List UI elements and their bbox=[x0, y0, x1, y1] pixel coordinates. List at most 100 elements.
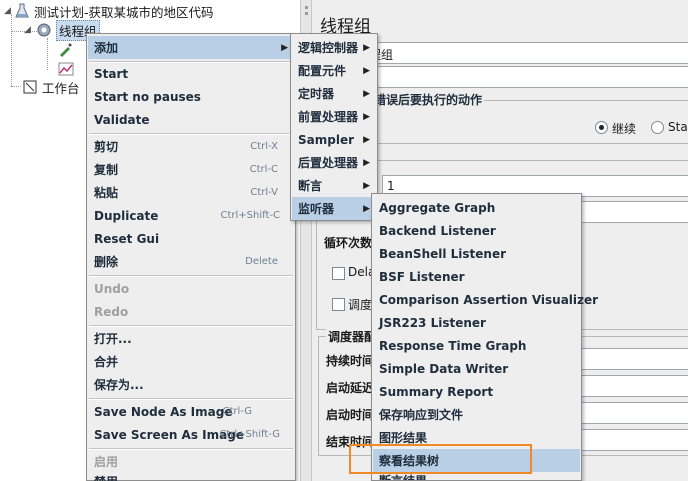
menu-item-listener[interactable]: 监听器 ▶ bbox=[292, 197, 376, 220]
menu-item-label: 复制 bbox=[94, 163, 119, 177]
menu-item-label: 逻辑控制器 bbox=[298, 41, 359, 55]
error-action-title: 错误后要执行的动作 bbox=[372, 91, 485, 108]
collapse-icon[interactable]: ◢ bbox=[24, 25, 36, 35]
submenu-arrow-icon: ▶ bbox=[363, 134, 370, 145]
menu-item-post-processor[interactable]: 后置处理器 ▶ bbox=[292, 151, 376, 174]
tree-item-label: 测试计划-获取某城市的地区代码 bbox=[34, 4, 214, 20]
submenu-arrow-icon: ▶ bbox=[363, 180, 370, 191]
submenu-arrow-icon: ▶ bbox=[363, 111, 370, 122]
tree-item-workbench[interactable]: 工作台 bbox=[22, 78, 80, 96]
duration-label: 持续时间 bbox=[326, 354, 375, 368]
menu-item-summary-report[interactable]: Summary Report bbox=[373, 380, 580, 403]
menu-item-validate[interactable]: Validate bbox=[88, 108, 294, 131]
menu-item-label: Simple Data Writer bbox=[379, 361, 509, 376]
submenu-arrow-icon: ▶ bbox=[363, 88, 370, 99]
menu-item-config-element[interactable]: 配置元件 ▶ bbox=[292, 59, 376, 82]
menu-item-add[interactable]: 添加 ▶ bbox=[88, 36, 294, 59]
menu-item-copy[interactable]: 复制 Ctrl-C bbox=[88, 158, 294, 181]
shortcut-label: Ctrl+Shift-C bbox=[220, 210, 281, 221]
menu-item-label: Validate bbox=[94, 112, 150, 127]
menu-item-start[interactable]: Start bbox=[88, 62, 294, 85]
menu-item-save-responses[interactable]: 保存响应到文件 bbox=[373, 403, 580, 426]
menu-item-jsr223-listener[interactable]: JSR223 Listener bbox=[373, 311, 580, 334]
menu-item-merge[interactable]: 合并 bbox=[88, 350, 294, 373]
start-next-radio[interactable] bbox=[651, 121, 664, 134]
menu-item-bsf-listener[interactable]: BSF Listener bbox=[373, 265, 580, 288]
menu-item-label: Start bbox=[94, 66, 129, 81]
menu-item-save-screen-image[interactable]: Save Screen As Image Ctrl+Shift-G bbox=[88, 423, 294, 446]
menu-item-label: 定时器 bbox=[298, 87, 335, 101]
menu-item-label: 监听器 bbox=[298, 202, 335, 216]
threads-value: 1 bbox=[387, 179, 395, 193]
menu-item-cut[interactable]: 剪切 Ctrl-X bbox=[88, 135, 294, 158]
menu-item-beanshell-listener[interactable]: BeanShell Listener bbox=[373, 242, 580, 265]
add-submenu: 逻辑控制器 ▶ 配置元件 ▶ 定时器 ▶ 前置处理器 ▶ Sampler ▶ 后置处理器 ▶… bbox=[290, 33, 378, 221]
shortcut-label: Ctrl-G bbox=[222, 406, 252, 417]
menu-item-response-time-graph[interactable]: Response Time Graph bbox=[373, 334, 580, 357]
chart-icon bbox=[58, 61, 74, 77]
menu-item-comparison-assertion-visualizer[interactable]: Comparison Assertion Visualizer bbox=[373, 288, 598, 311]
delay-checkbox[interactable] bbox=[332, 267, 345, 280]
menu-item-label: Undo bbox=[94, 281, 130, 296]
menu-item-backend-listener[interactable]: Backend Listener bbox=[373, 219, 580, 242]
comments-field[interactable] bbox=[364, 66, 688, 88]
menu-item-label: Comparison Assertion Visualizer bbox=[379, 292, 599, 307]
menu-item-label: Start no pauses bbox=[94, 89, 201, 104]
menu-item-pre-processor[interactable]: 前置处理器 ▶ bbox=[292, 105, 376, 128]
name-field[interactable]: 程组 bbox=[364, 42, 688, 64]
tree-connector bbox=[11, 14, 12, 86]
menu-item-label: Reset Gui bbox=[94, 231, 160, 246]
menu-item-label: 剪切 bbox=[94, 140, 119, 154]
menu-item-label: Response Time Graph bbox=[379, 338, 527, 353]
menu-item-redo[interactable]: Redo bbox=[88, 300, 294, 323]
menu-item-label: 断言 bbox=[298, 179, 323, 193]
menu-item-label: Redo bbox=[94, 304, 129, 319]
menu-item-disable[interactable]: 禁用 bbox=[88, 473, 294, 481]
menu-item-label: Sampler bbox=[298, 132, 355, 147]
menu-item-save-as[interactable]: 保存为... bbox=[88, 373, 294, 396]
submenu-arrow-icon: ▶ bbox=[363, 65, 370, 76]
menu-item-enable[interactable]: 启用 bbox=[88, 450, 294, 473]
menu-item-aggregate-graph[interactable]: Aggregate Graph bbox=[373, 196, 580, 219]
submenu-arrow-icon: ▶ bbox=[363, 42, 370, 53]
menu-item-paste[interactable]: 粘贴 Ctrl-V bbox=[88, 181, 294, 204]
context-menu: 添加 ▶ Start Start no pauses Validate 剪切 Ctr… bbox=[86, 33, 296, 481]
menu-item-assertion[interactable]: 断言 ▶ bbox=[292, 174, 376, 197]
tree-item-test-plan[interactable]: ◢ 测试计划-获取某城市的地区代码 bbox=[4, 2, 214, 20]
menu-item-sampler[interactable]: Sampler ▶ bbox=[292, 128, 376, 151]
menu-item-label: BSF Listener bbox=[379, 269, 465, 284]
submenu-arrow-icon: ▶ bbox=[363, 157, 370, 168]
menu-item-simple-data-writer[interactable]: Simple Data Writer bbox=[373, 357, 580, 380]
shortcut-label: Ctrl-X bbox=[250, 141, 278, 152]
callout-highlight bbox=[349, 444, 532, 474]
tree-item-listener[interactable] bbox=[58, 60, 78, 78]
menu-item-undo[interactable]: Undo bbox=[88, 277, 294, 300]
menu-item-start-no-pauses[interactable]: Start no pauses bbox=[88, 85, 294, 108]
loop-count-label: 循环次数 bbox=[324, 236, 373, 250]
tree-item-sampler[interactable] bbox=[58, 40, 78, 58]
menu-item-save-node-image[interactable]: Save Node As Image Ctrl-G bbox=[88, 400, 294, 423]
menu-item-delete[interactable]: 删除 Delete bbox=[88, 250, 294, 273]
shortcut-label: Ctrl+Shift-G bbox=[219, 429, 280, 440]
scheduler-label: 调度 bbox=[348, 298, 373, 312]
pipette-icon bbox=[58, 41, 74, 57]
menu-item-label: 添加 bbox=[94, 41, 119, 55]
menu-item-open[interactable]: 打开... bbox=[88, 327, 294, 350]
menu-item-timer[interactable]: 定时器 ▶ bbox=[292, 82, 376, 105]
splitter-grip bbox=[305, 12, 308, 15]
menu-item-logic-controller[interactable]: 逻辑控制器 ▶ bbox=[292, 36, 376, 59]
menu-item-label: Summary Report bbox=[379, 384, 494, 399]
submenu-arrow-icon: ▶ bbox=[281, 42, 288, 53]
start-time-label: 启动时间 bbox=[326, 408, 375, 422]
menu-item-label: 后置处理器 bbox=[298, 156, 359, 170]
menu-item-label: BeanShell Listener bbox=[379, 246, 507, 261]
menu-item-label: 打开... bbox=[94, 332, 132, 346]
scheduler-checkbox[interactable] bbox=[332, 298, 345, 311]
menu-item-duplicate[interactable]: Duplicate Ctrl+Shift-C bbox=[88, 204, 294, 227]
continue-radio[interactable] bbox=[595, 121, 608, 134]
continue-label: 继续 bbox=[612, 122, 637, 136]
tree-item-label: 工作台 bbox=[42, 80, 80, 96]
menu-item-reset-gui[interactable]: Reset Gui bbox=[88, 227, 294, 250]
startup-delay-label: 启动延迟 bbox=[326, 381, 375, 395]
collapse-icon[interactable]: ◢ bbox=[4, 6, 14, 16]
